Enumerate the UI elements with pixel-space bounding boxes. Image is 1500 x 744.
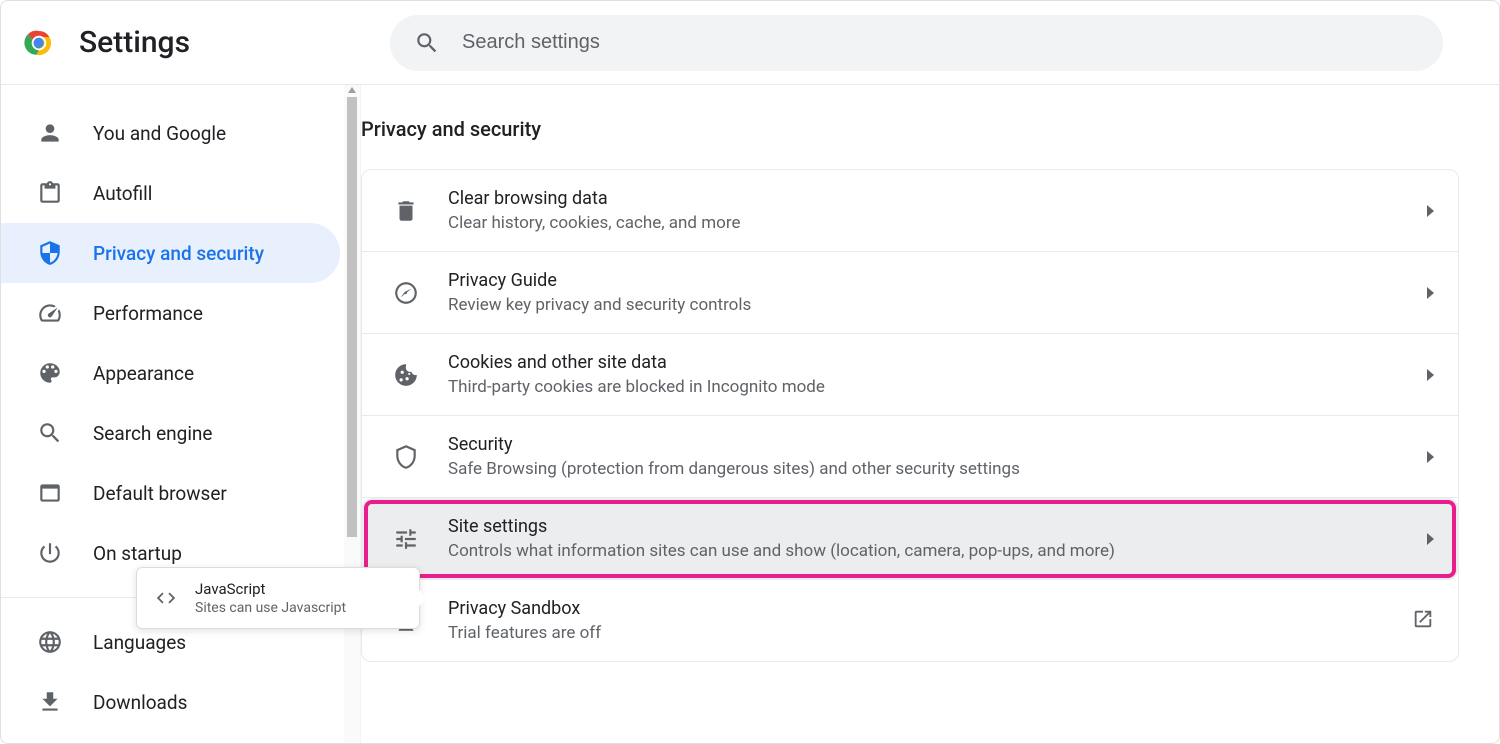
chevron-right-icon [1427, 287, 1434, 299]
sliders-icon [392, 525, 420, 553]
main-content: Privacy and security Clear browsing data… [361, 85, 1499, 743]
sidebar-item-search-engine[interactable]: Search engine [1, 403, 340, 463]
row-title: Privacy Guide [448, 270, 1427, 291]
trash-icon [392, 197, 420, 225]
sidebar-item-appearance[interactable]: Appearance [1, 343, 340, 403]
sidebar-item-label: Privacy and security [93, 242, 264, 265]
chevron-right-icon [1427, 369, 1434, 381]
clipboard-icon [37, 180, 63, 206]
download-icon [37, 689, 63, 715]
cookie-icon [392, 361, 420, 389]
sidebar-item-downloads[interactable]: Downloads [1, 672, 340, 732]
sidebar-item-default-browser[interactable]: Default browser [1, 463, 340, 523]
code-icon [155, 587, 177, 609]
open-external-icon [1412, 608, 1434, 634]
power-icon [37, 540, 63, 566]
row-title: Security [448, 434, 1427, 455]
shield-outline-icon [392, 443, 420, 471]
compass-icon [392, 279, 420, 307]
row-clear-browsing-data[interactable]: Clear browsing data Clear history, cooki… [362, 170, 1458, 252]
row-subtitle: Review key privacy and security controls [448, 295, 1427, 315]
row-title: Site settings [448, 516, 1427, 537]
row-title: Cookies and other site data [448, 352, 1427, 373]
sidebar-item-performance[interactable]: Performance [1, 283, 340, 343]
row-title: Privacy Sandbox [448, 598, 1412, 619]
chrome-logo-icon [21, 25, 57, 61]
row-title: Clear browsing data [448, 188, 1427, 209]
sidebar-item-label: Search engine [93, 422, 213, 445]
chevron-right-icon [1427, 533, 1434, 545]
body-area: You and Google Autofill Privacy and secu… [1, 85, 1499, 743]
page-title: Settings [79, 25, 190, 60]
section-title: Privacy and security [361, 117, 1459, 141]
header: Settings [1, 1, 1499, 85]
row-subtitle: Safe Browsing (protection from dangerous… [448, 459, 1427, 479]
person-icon [37, 120, 63, 146]
javascript-tooltip: JavaScript Sites can use Javascript [136, 567, 420, 629]
sidebar-item-label: Autofill [93, 182, 152, 205]
row-cookies[interactable]: Cookies and other site data Third-party … [362, 334, 1458, 416]
row-privacy-sandbox[interactable]: Privacy Sandbox Trial features are off [362, 580, 1458, 661]
sidebar: You and Google Autofill Privacy and secu… [1, 85, 361, 743]
sidebar-item-label: Languages [93, 631, 186, 654]
search-icon [414, 30, 440, 56]
speedometer-icon [37, 300, 63, 326]
palette-icon [37, 360, 63, 386]
row-subtitle: Controls what information sites can use … [448, 541, 1427, 561]
tooltip-title: JavaScript [195, 580, 346, 598]
chevron-right-icon [1427, 205, 1434, 217]
shield-icon [37, 240, 63, 266]
tooltip-subtitle: Sites can use Javascript [195, 600, 346, 616]
chevron-right-icon [1427, 451, 1434, 463]
sidebar-item-label: Default browser [93, 482, 227, 505]
row-subtitle: Third-party cookies are blocked in Incog… [448, 377, 1427, 397]
sidebar-item-label: On startup [93, 542, 182, 565]
row-privacy-guide[interactable]: Privacy Guide Review key privacy and sec… [362, 252, 1458, 334]
row-subtitle: Clear history, cookies, cache, and more [448, 213, 1427, 233]
row-site-settings[interactable]: Site settings Controls what information … [362, 498, 1458, 580]
row-subtitle: Trial features are off [448, 623, 1412, 643]
scrollbar-up-arrow-icon[interactable] [348, 87, 356, 93]
sidebar-item-label: Appearance [93, 362, 194, 385]
globe-icon [37, 629, 63, 655]
sidebar-item-label: Performance [93, 302, 203, 325]
sidebar-item-you-and-google[interactable]: You and Google [1, 103, 340, 163]
search-icon [37, 420, 63, 446]
browser-icon [37, 480, 63, 506]
scrollbar-thumb[interactable] [347, 97, 357, 537]
sidebar-item-autofill[interactable]: Autofill [1, 163, 340, 223]
sidebar-item-label: Downloads [93, 691, 187, 714]
settings-card: Clear browsing data Clear history, cooki… [361, 169, 1459, 662]
sidebar-item-privacy-security[interactable]: Privacy and security [1, 223, 340, 283]
scrollbar[interactable] [344, 85, 360, 743]
search-input[interactable] [462, 31, 1419, 54]
search-container[interactable] [390, 15, 1443, 71]
sidebar-item-label: You and Google [93, 122, 226, 145]
row-security[interactable]: Security Safe Browsing (protection from … [362, 416, 1458, 498]
